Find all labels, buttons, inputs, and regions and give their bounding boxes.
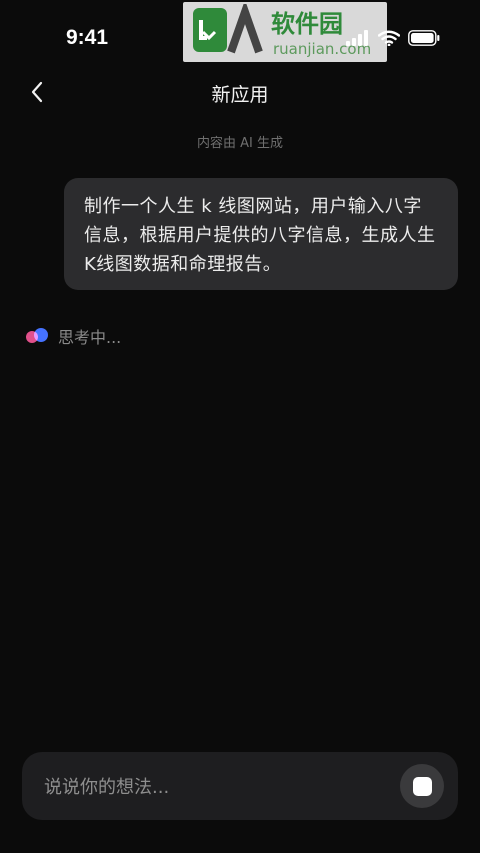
stop-icon bbox=[412, 776, 432, 796]
thinking-text: 思考中... bbox=[58, 328, 122, 347]
page-title: 新应用 bbox=[211, 84, 269, 106]
message-input[interactable] bbox=[42, 752, 386, 822]
status-bar: 9:41 软件园 ruanjian.com bbox=[0, 0, 480, 80]
battery-icon bbox=[408, 30, 440, 46]
stop-button[interactable] bbox=[400, 764, 444, 808]
user-message-bubble: 制作一个人生 k 线图网站，用户输入八字信息，根据用户提供的八字信息，生成人生K… bbox=[64, 178, 458, 290]
app-header: 新应用 bbox=[0, 72, 480, 112]
thinking-indicator: 思考中... bbox=[26, 324, 121, 348]
wifi-icon bbox=[378, 30, 400, 46]
message-composer bbox=[22, 752, 458, 822]
ai-logo-icon bbox=[26, 326, 48, 346]
ai-generated-note: 内容由 AI 生成 bbox=[197, 136, 283, 151]
status-icons bbox=[346, 30, 440, 46]
watermark-brand: 软件园 bbox=[271, 10, 343, 38]
status-time: 9:41 bbox=[66, 26, 109, 49]
signal-icon bbox=[346, 30, 368, 46]
